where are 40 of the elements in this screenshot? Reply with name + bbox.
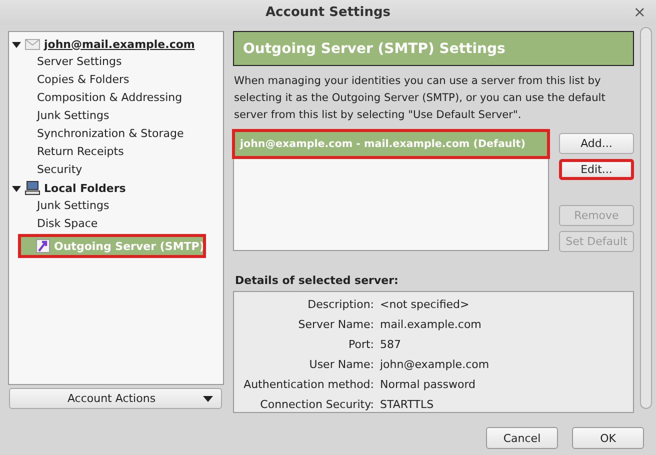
detail-value: Normal password <box>380 378 476 390</box>
detail-label: Authentication method: <box>242 378 374 390</box>
dropdown-arrow-icon <box>203 396 213 402</box>
expand-arrow-icon[interactable] <box>12 40 21 48</box>
description-text: When managing your identities you can use a server from this list by selecting it as the Outgoing Server (SMTP), or you can use the default server from this list by selecting "Use Default Server". <box>234 74 606 123</box>
expand-arrow-icon[interactable] <box>12 184 21 192</box>
tree-item[interactable]: Security <box>9 161 223 179</box>
computer-icon <box>25 181 40 195</box>
tree-item[interactable]: john@mail.example.com <box>9 35 223 53</box>
tree-item[interactable]: Junk Settings <box>9 197 223 215</box>
envelope-icon <box>25 38 40 50</box>
account-actions-button[interactable]: Account Actions <box>9 388 222 409</box>
detail-value: <not specified> <box>380 298 470 310</box>
tree-item[interactable]: Disk Space <box>9 215 223 233</box>
tree-item[interactable]: Composition & Addressing <box>9 89 223 107</box>
detail-label: Connection Security: <box>259 398 374 410</box>
tree-item[interactable]: Server Settings <box>9 53 223 71</box>
scrollbar[interactable] <box>640 27 652 409</box>
close-button[interactable]: × <box>633 3 646 21</box>
dialog-button[interactable]: Cancel <box>486 427 558 449</box>
tree-item[interactable]: Return Receipts <box>9 143 223 161</box>
detail-value: mail.example.com <box>380 318 482 330</box>
detail-value: john@example.com <box>380 358 490 370</box>
tree-item[interactable]: Copies & Folders <box>9 71 223 89</box>
tree-item[interactable]: Synchronization & Storage <box>9 125 223 143</box>
server-button[interactable]: Edit... <box>559 159 634 180</box>
window-title: Account Settings <box>265 5 391 20</box>
detail-label: User Name: <box>308 358 374 370</box>
dialog-button[interactable]: OK <box>572 427 644 449</box>
section-heading: Outgoing Server (SMTP) Settings <box>233 31 634 66</box>
detail-label: Description: <box>306 298 374 310</box>
detail-label: Port: <box>347 338 374 350</box>
detail-value: STARTTLS <box>380 398 434 410</box>
detail-value: 587 <box>380 338 401 350</box>
details-title: Details of selected server: <box>235 274 400 287</box>
tree-item[interactable]: Local Folders <box>9 179 223 197</box>
tree-item[interactable]: Junk Settings <box>9 107 223 125</box>
detail-label: Server Name: <box>297 318 374 330</box>
server-button[interactable]: Add... <box>559 133 634 154</box>
outgoing-mail-icon <box>36 239 50 253</box>
